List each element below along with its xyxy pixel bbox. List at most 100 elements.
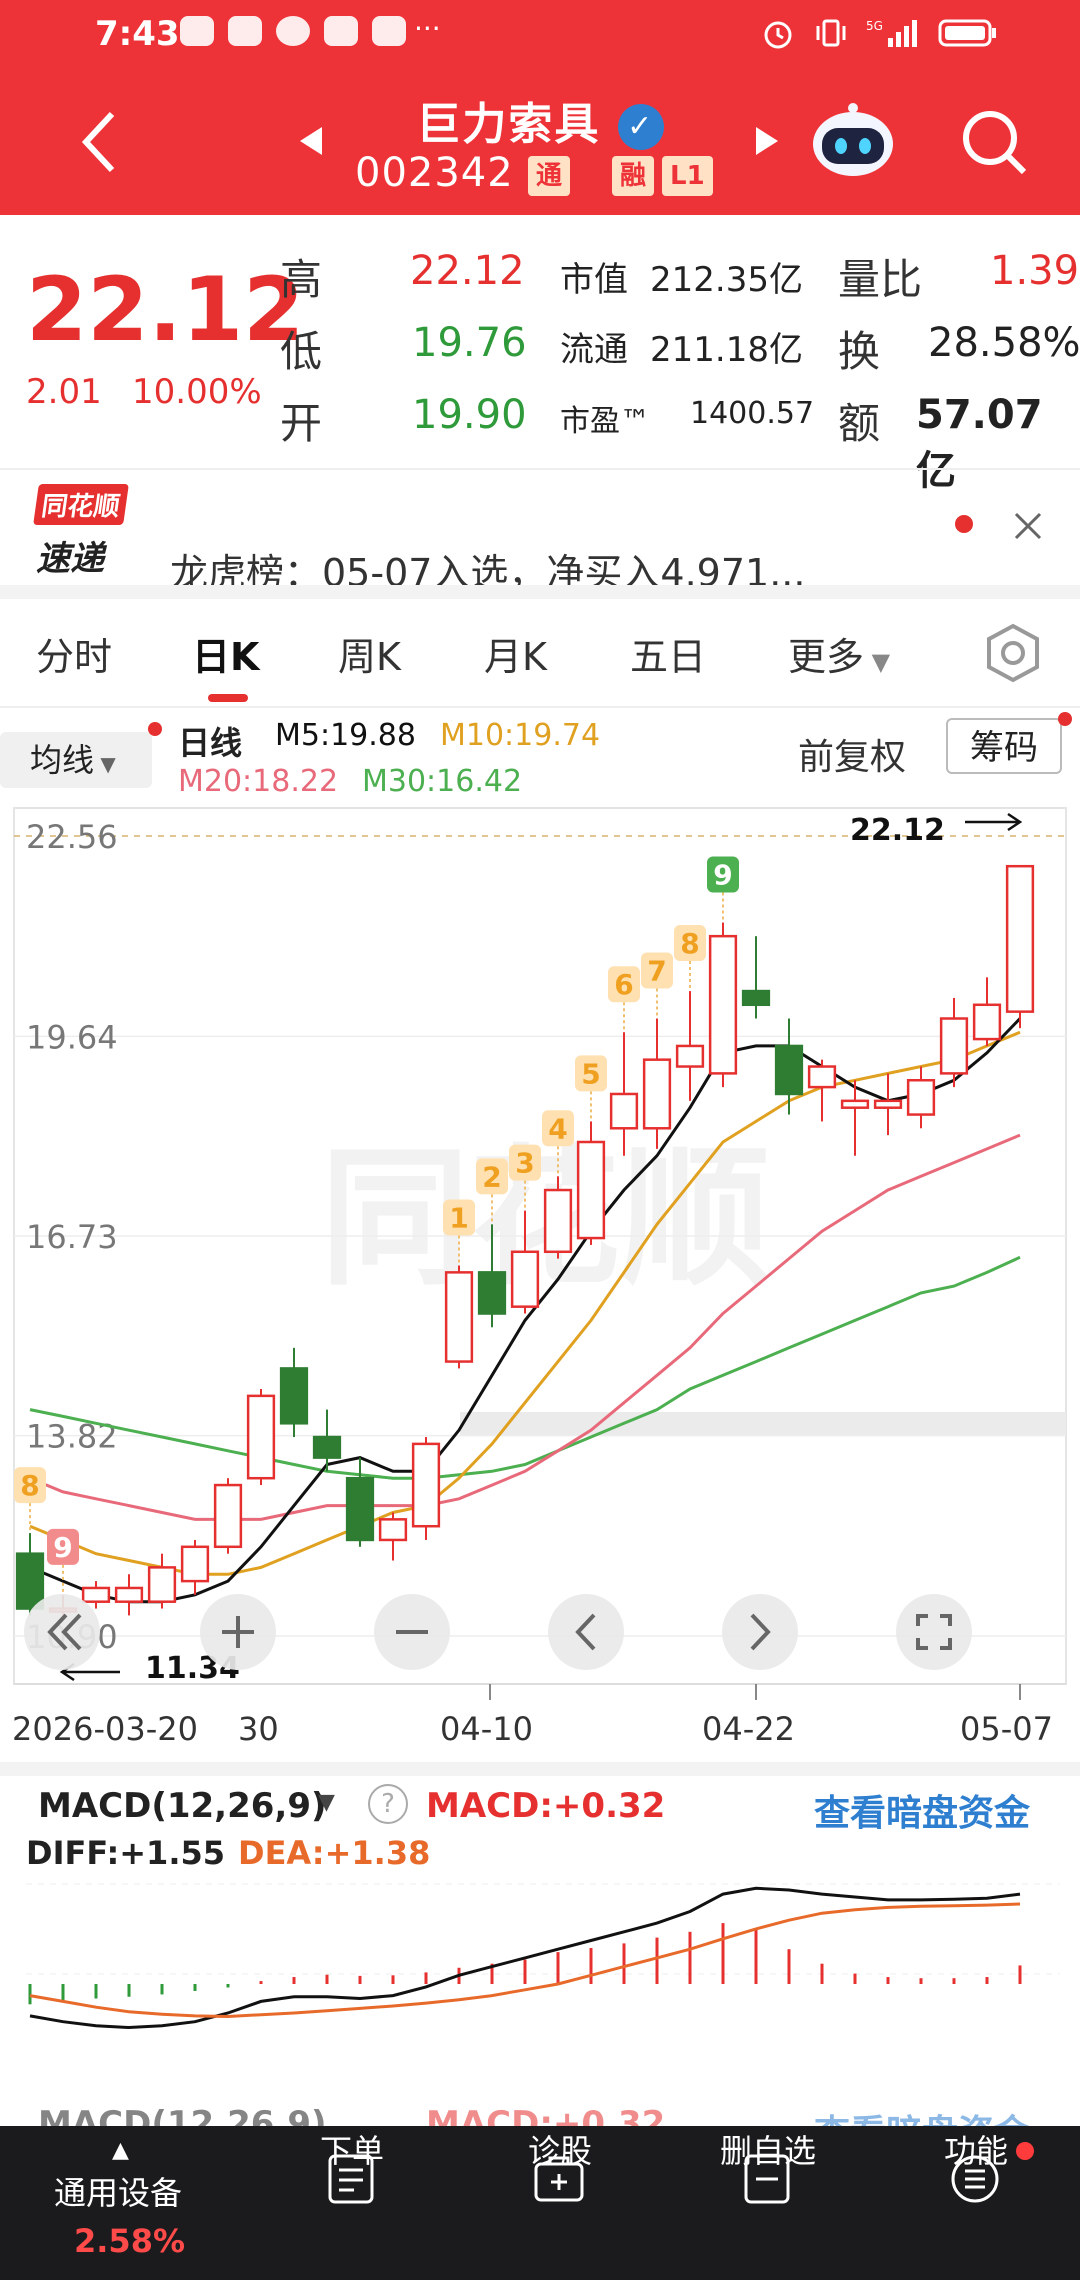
- candle-body: [609, 1092, 639, 1130]
- diagnose-button[interactable]: 诊股: [470, 2126, 650, 2280]
- sequence-marker-label: 1: [449, 1202, 468, 1235]
- signal-icon: 5G: [866, 19, 917, 47]
- red-dot: [148, 722, 162, 736]
- high-marker-text: 22.12: [850, 813, 945, 848]
- caret-down-icon: ▼: [864, 648, 891, 676]
- low-label: 低: [280, 327, 323, 376]
- scroll-left-button[interactable]: [548, 1594, 624, 1670]
- turnover-label: 换: [838, 327, 881, 376]
- tab-five-day[interactable]: 五日: [630, 626, 706, 681]
- music-icon: [372, 16, 406, 46]
- candle-body: [114, 1586, 144, 1603]
- ths-news-logo[interactable]: 同花顺 速递: [33, 484, 142, 579]
- vibrate-icon: [816, 19, 846, 47]
- sequence-marker-label: 2: [482, 1160, 501, 1193]
- sequence-marker-label: 3: [515, 1147, 534, 1180]
- period-label: 日线: [178, 724, 243, 762]
- candle-body: [1005, 864, 1035, 1013]
- candle-body: [807, 1065, 837, 1089]
- ma5-label: M5:19.88: [275, 718, 416, 753]
- candle-body: [675, 1044, 705, 1068]
- caret-down-icon[interactable]: ▼: [318, 1790, 335, 1815]
- function-button[interactable]: 功能: [886, 2126, 1066, 2280]
- diff-value: DIFF:+1.55: [26, 1834, 225, 1872]
- sector-label: 通用设备: [54, 2174, 183, 2212]
- dark-pool-link: 查看暗盘资金: [814, 2104, 1030, 2126]
- status-app-icons: [180, 16, 406, 46]
- search-icon[interactable]: [958, 106, 1030, 178]
- adjust-label[interactable]: 前复权: [798, 728, 906, 780]
- weibo-icon: [180, 16, 214, 46]
- pe-value: 1400.57: [690, 396, 815, 431]
- kline-chart[interactable]: 同花顺 22.5619.6416.7313.8210.90 8912345678…: [0, 800, 1080, 1800]
- ma-selector-label: 均线: [30, 741, 95, 779]
- candle-body: [708, 934, 738, 1075]
- tab-more[interactable]: 更多 ▼: [788, 626, 890, 681]
- tab-indicator: [208, 694, 248, 702]
- scroll-right-button[interactable]: [722, 1594, 798, 1670]
- macd-title: MACD(12,26,9): [38, 2104, 327, 2126]
- menu-circle-icon: [951, 2155, 999, 2203]
- divider: [0, 585, 1080, 599]
- sequence-marker-label: 8: [680, 927, 699, 960]
- dark-pool-link[interactable]: 查看暗盘资金: [814, 1784, 1030, 1836]
- sequence-marker-label: 4: [548, 1112, 567, 1145]
- tab-intraday[interactable]: 分时: [36, 626, 112, 681]
- low-value: 19.76: [412, 320, 527, 366]
- help-icon[interactable]: ?: [368, 1784, 408, 1824]
- browser-icon: [276, 16, 310, 46]
- float-label: 流通: [560, 330, 628, 370]
- candle-body: [180, 1545, 210, 1583]
- bottom-toolbar: ▲ 通用设备 2.58% 下单 诊股 删自选 功能: [0, 2126, 1080, 2280]
- candle-body: [774, 1044, 804, 1096]
- sequence-marker-label: 7: [647, 955, 666, 988]
- candle-body: [543, 1188, 573, 1254]
- tab-daily-k[interactable]: 日K: [192, 626, 259, 681]
- pe-label: 市盈™: [560, 404, 650, 439]
- amount-label: 额: [838, 399, 881, 448]
- ma-selector[interactable]: 均线 ▼: [0, 732, 152, 788]
- settings-hexagon-icon[interactable]: [982, 622, 1044, 684]
- high-marker-arrow: [965, 812, 1023, 832]
- tab-monthly-k[interactable]: 月K: [484, 626, 547, 681]
- turnover-value: 28.58%: [928, 320, 1080, 366]
- sequence-marker-label: 9: [53, 1531, 72, 1564]
- logo-bottom: 速递: [36, 539, 104, 579]
- candle-body: [840, 1099, 870, 1109]
- x-tick-label: 04-10: [440, 1710, 533, 1748]
- verified-icon: ✓: [617, 104, 664, 150]
- y-tick-label: 19.64: [26, 1018, 118, 1056]
- tag-l1: L1: [662, 156, 713, 196]
- chips-button[interactable]: 筹码: [946, 718, 1062, 774]
- x-tick-label: 30: [238, 1710, 279, 1748]
- close-icon[interactable]: [1010, 508, 1046, 544]
- remove-watchlist-button[interactable]: 删自选: [678, 2126, 858, 2280]
- medkit-icon: [534, 2156, 584, 2202]
- price-change-pct: 10.00%: [132, 372, 262, 412]
- sector-button[interactable]: ▲ 通用设备 2.58%: [0, 2126, 250, 2280]
- tab-weekly-k[interactable]: 周K: [338, 626, 401, 681]
- next-stock-icon[interactable]: [754, 125, 780, 157]
- candle-body: [576, 1140, 606, 1240]
- remove-icon: [744, 2154, 790, 2204]
- candle-body: [345, 1476, 375, 1542]
- price-change: 2.01: [26, 372, 102, 412]
- divider: [0, 706, 1080, 708]
- candle-body: [213, 1483, 243, 1549]
- fullscreen-button[interactable]: [896, 1594, 972, 1670]
- order-button[interactable]: 下单: [262, 2126, 442, 2280]
- macd-chart[interactable]: [0, 1874, 1080, 2070]
- sequence-marker-label: 9: [713, 858, 732, 891]
- top-header: 7:43 ··· 5G 巨力索具 ✓ 002342 通 融 L1: [0, 0, 1080, 215]
- duplicate-macd-header: MACD(12,26,9) MACD:+0.32 查看暗盘资金: [0, 2090, 1080, 2126]
- caret-up-icon: ▲: [112, 2138, 129, 2163]
- order-doc-icon: [328, 2154, 374, 2204]
- candle-body: [378, 1518, 408, 1542]
- volume-ratio-value: 1.39: [990, 248, 1080, 294]
- candle-body: [873, 1099, 903, 1109]
- macd-title[interactable]: MACD(12,26,9): [38, 1786, 327, 1826]
- robot-assistant-icon[interactable]: [808, 100, 898, 180]
- weibo-icon: [324, 16, 358, 46]
- y-tick-label: 13.82: [26, 1418, 118, 1456]
- notification-dot: [1016, 2142, 1034, 2160]
